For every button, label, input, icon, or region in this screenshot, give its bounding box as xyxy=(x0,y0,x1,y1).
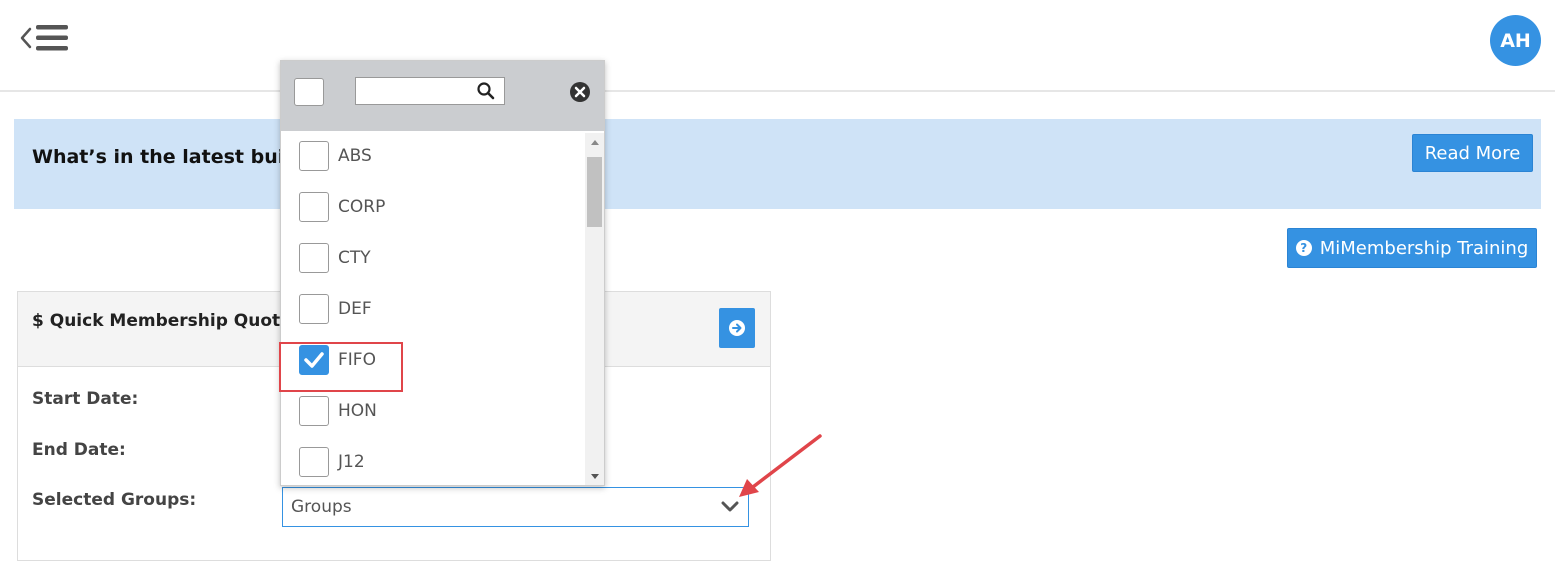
checkbox[interactable] xyxy=(299,396,329,426)
dropdown-item-hon[interactable]: HON xyxy=(281,388,583,436)
groups-dropdown: ABS CORP CTY DEF FIFO HON J12 xyxy=(280,60,605,486)
question-circle-icon: ? xyxy=(1295,240,1312,256)
checkbox[interactable] xyxy=(299,294,329,324)
dropdown-item-fifo[interactable]: FIFO xyxy=(281,337,583,385)
whats-new-banner: What’s in the latest build xyxy=(14,119,1541,209)
dropdown-item-cty[interactable]: CTY xyxy=(281,235,583,283)
avatar[interactable]: AH xyxy=(1490,15,1541,66)
dropdown-item-label: CORP xyxy=(338,197,386,217)
checkbox[interactable] xyxy=(299,192,329,222)
training-button-label: MiMembership Training xyxy=(1319,237,1529,259)
dropdown-list: ABS CORP CTY DEF FIFO HON J12 xyxy=(281,133,583,485)
chevron-down-icon xyxy=(721,501,739,512)
dropdown-item-corp[interactable]: CORP xyxy=(281,184,583,232)
dropdown-search-input[interactable] xyxy=(355,77,505,105)
checkbox[interactable] xyxy=(299,141,329,171)
dropdown-item-label: HON xyxy=(338,401,377,421)
clear-search-icon[interactable] xyxy=(569,81,591,103)
checkmark-icon xyxy=(304,352,324,368)
checkbox-checked[interactable] xyxy=(299,345,329,375)
groups-select[interactable]: Groups xyxy=(282,487,749,527)
dropdown-header xyxy=(281,61,604,131)
panel-title: $ Quick Membership Quote xyxy=(32,311,292,331)
dropdown-scrollbar[interactable] xyxy=(585,133,604,485)
dropdown-item-label: CTY xyxy=(338,248,371,268)
selected-groups-label: Selected Groups: xyxy=(32,490,197,510)
dropdown-item-label: DEF xyxy=(338,299,372,319)
end-date-label: End Date: xyxy=(32,440,126,460)
menu-back-icon[interactable] xyxy=(18,22,70,54)
scroll-thumb[interactable] xyxy=(587,157,602,227)
checkbox[interactable] xyxy=(299,243,329,273)
scroll-down-arrow-icon[interactable] xyxy=(585,467,604,485)
dropdown-item-label: FIFO xyxy=(338,350,376,370)
go-arrow-button[interactable] xyxy=(719,308,755,348)
checkbox[interactable] xyxy=(299,447,329,477)
banner-text: What’s in the latest build xyxy=(32,146,305,168)
dropdown-item-label: ABS xyxy=(338,146,372,166)
top-bar: AH xyxy=(0,0,1555,92)
dropdown-item-def[interactable]: DEF xyxy=(281,286,583,334)
dropdown-item-j12[interactable]: J12 xyxy=(281,439,583,485)
select-all-checkbox[interactable] xyxy=(294,78,324,106)
read-more-button[interactable]: Read More xyxy=(1412,134,1533,172)
dropdown-item-label: J12 xyxy=(338,452,365,472)
dropdown-item-abs[interactable]: ABS xyxy=(281,133,583,181)
mimembership-training-button[interactable]: ? MiMembership Training xyxy=(1287,228,1537,268)
scroll-up-arrow-icon[interactable] xyxy=(585,133,604,151)
groups-select-value: Groups xyxy=(291,497,352,517)
arrow-circle-right-icon xyxy=(729,320,745,336)
start-date-label: Start Date: xyxy=(32,389,139,409)
